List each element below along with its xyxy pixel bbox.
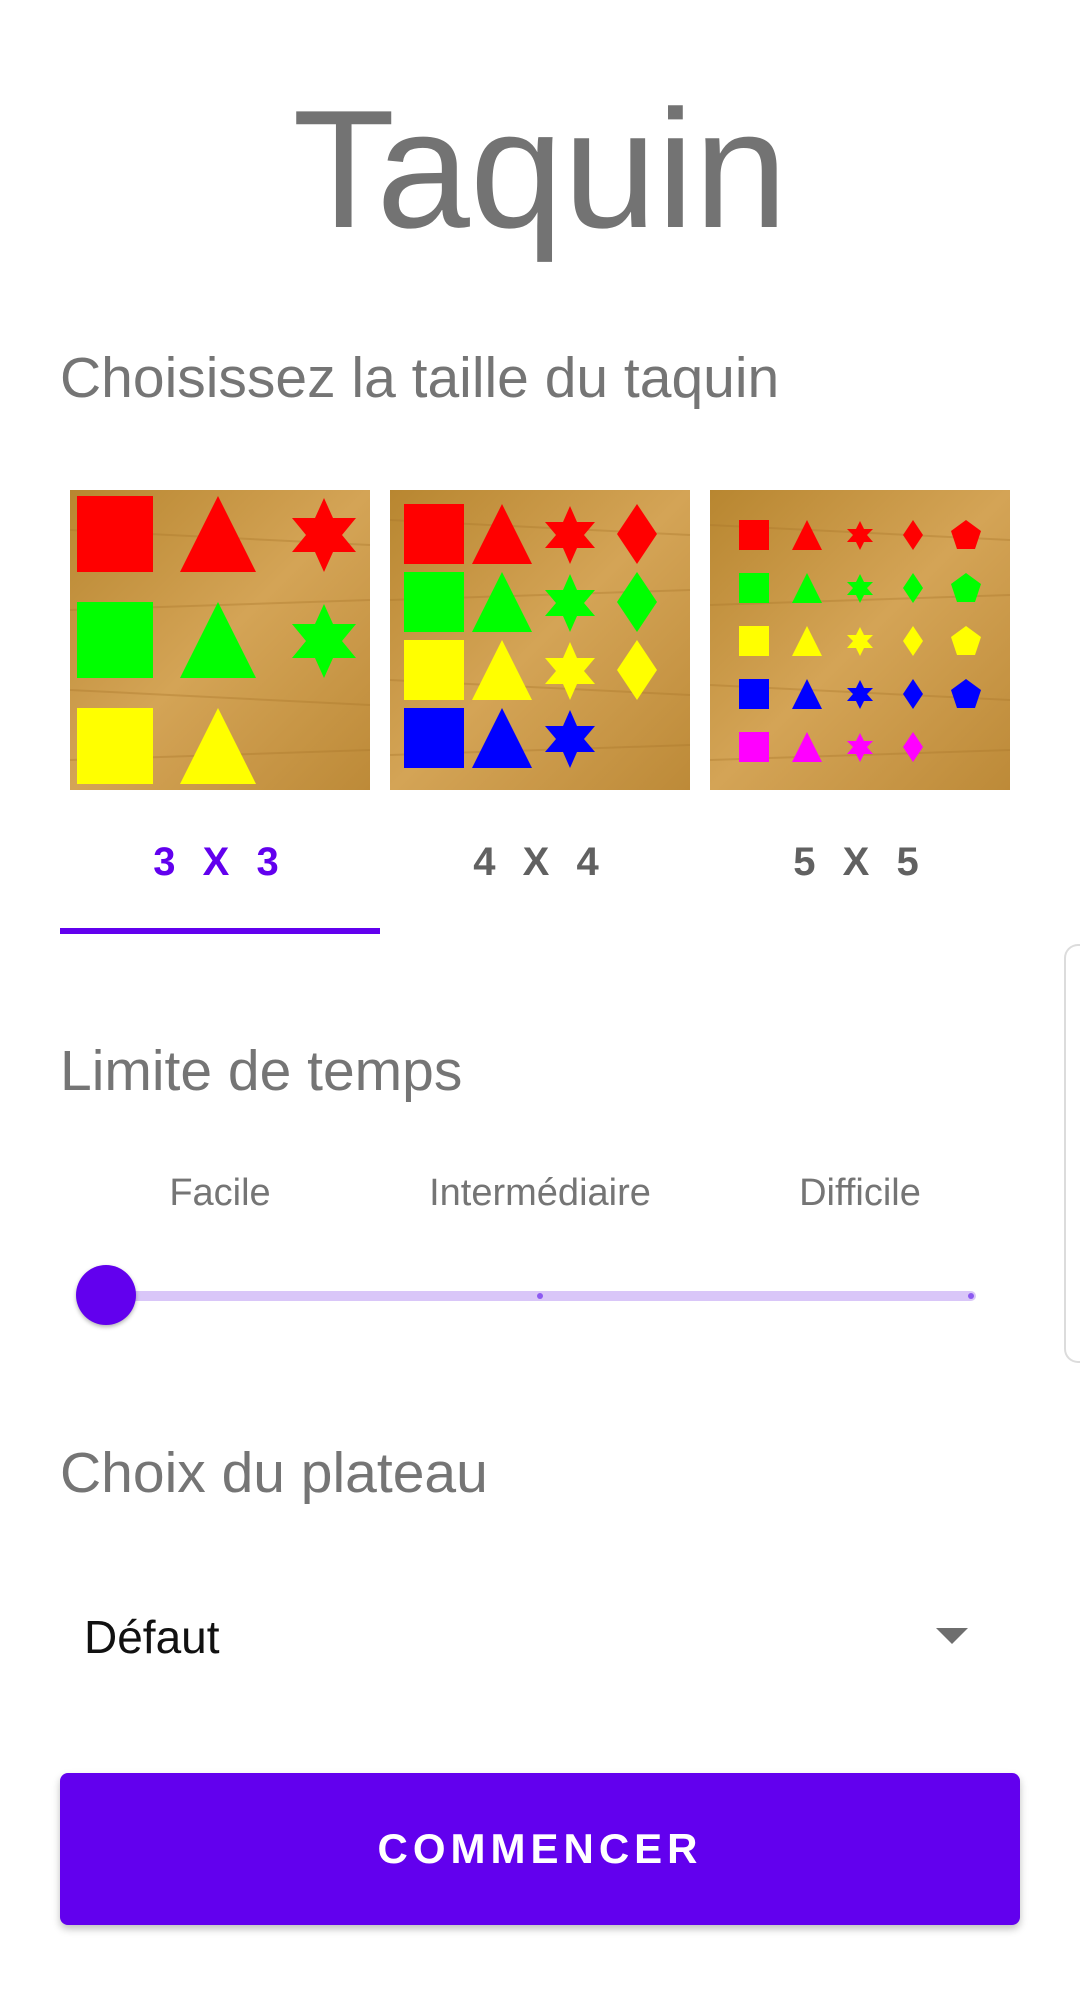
start-button[interactable]: COMMENCER [60,1773,1020,1925]
board-select-dropdown[interactable]: Défaut [60,1590,1020,1690]
shapes-3x3-board-icon [70,490,370,790]
tab-5x5[interactable]: 5 X 5 [700,488,1020,936]
tab-label-5x5: 5 X 5 [793,840,927,884]
slider-tick-end [968,1293,974,1299]
size-tabs: 3 X 3 4 X 4 5 X 5 [60,488,1020,936]
tab-label-3x3: 3 X 3 [153,840,287,884]
tab-4x4[interactable]: 4 X 4 [380,488,700,936]
tab-label-4x4: 4 X 4 [473,840,607,884]
board-select-value: Défaut [84,1611,220,1663]
slider-tick-mid [537,1293,543,1299]
time-limit-slider[interactable] [76,1262,986,1328]
shapes-5x5-board-icon [710,490,1010,790]
tab-selected-indicator [60,928,380,934]
slider-thumb[interactable] [76,1265,136,1325]
edge-panel-handle[interactable] [1064,944,1080,1363]
tab-3x3[interactable]: 3 X 3 [60,488,380,936]
level-label-hard: Difficile [799,1172,921,1214]
level-label-easy: Facile [169,1172,271,1214]
app-title: Taquin [292,75,788,263]
board-choice-title: Choix du plateau [60,1441,488,1505]
time-limit-title: Limite de temps [60,1039,463,1103]
level-label-intermediate: Intermédiaire [429,1172,651,1214]
dropdown-arrow-icon [936,1628,968,1644]
size-section-title: Choisissez la taille du taquin [60,346,780,410]
shapes-4x4-board-icon [390,490,690,790]
